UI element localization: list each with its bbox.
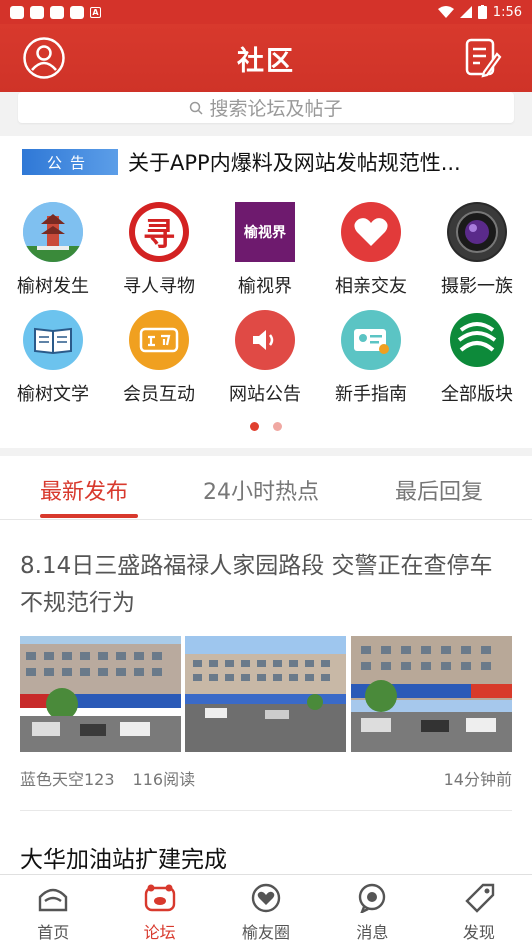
- status-system: 1:56: [437, 4, 522, 20]
- nav-messages[interactable]: 消息: [319, 875, 425, 944]
- category-label: 寻人寻物: [123, 276, 195, 297]
- battery-icon: [477, 5, 487, 19]
- nav-friends-label: 榆友圈: [242, 923, 291, 942]
- feed-tabs: 最新发布 24小时热点 最后回复: [0, 456, 532, 520]
- category-item[interactable]: 摄影一族: [424, 202, 530, 298]
- post-images: [20, 636, 512, 752]
- notification-icon: [50, 5, 64, 19]
- category-item[interactable]: 新手指南: [318, 310, 424, 406]
- profile-button[interactable]: [22, 36, 66, 80]
- nav-discover[interactable]: 发现: [426, 875, 532, 944]
- category-label: 全部版块: [441, 384, 513, 405]
- category-item[interactable]: 榆树文学: [0, 310, 106, 406]
- wifi-icon: [437, 6, 454, 18]
- category-label: 会员互动: [123, 384, 195, 405]
- a-notification-icon: A: [90, 6, 101, 18]
- category-label: 相亲交友: [335, 276, 407, 297]
- category-label: 新手指南: [335, 384, 407, 405]
- tab-last-reply[interactable]: 最后回复: [395, 474, 483, 506]
- nav-home[interactable]: 首页: [0, 875, 106, 944]
- page-title: 社区: [237, 45, 295, 77]
- user-icon: [23, 37, 65, 79]
- nav-forum[interactable]: 论坛: [106, 875, 212, 944]
- speaker-icon: [235, 310, 295, 370]
- tab-latest[interactable]: 最新发布: [40, 474, 128, 506]
- pagoda-icon: [23, 202, 83, 262]
- interact-icon: [129, 310, 189, 370]
- bottom-navigation: 首页 论坛 榆友圈 消息 发现: [0, 874, 532, 944]
- nav-home-label: 首页: [37, 923, 70, 942]
- post-image[interactable]: [185, 636, 347, 752]
- category-grid: 榆树发生 寻 寻人寻物 榆视界 榆视界 相亲交友 摄影一族 榆树文学 会员互动 …: [0, 188, 532, 448]
- active-tab-indicator: [40, 514, 138, 518]
- post-author[interactable]: 蓝色天空123: [20, 766, 115, 790]
- post-time: 14分钟前: [443, 770, 512, 789]
- post-image[interactable]: [20, 636, 181, 752]
- app-header: 社区: [0, 24, 532, 92]
- xun-character-text: 寻: [142, 215, 175, 253]
- post-title[interactable]: 大华加油站扩建完成: [20, 840, 227, 874]
- category-item[interactable]: 全部版块: [424, 310, 530, 406]
- announcement-badge-label: 公告: [46, 153, 93, 172]
- camera-lens-icon: [447, 202, 507, 262]
- discover-icon: [465, 883, 495, 913]
- search-icon: [190, 101, 204, 115]
- tab-24h-hot[interactable]: 24小时热点: [203, 474, 319, 506]
- message-icon: [359, 883, 386, 915]
- forum-icon: [144, 884, 175, 912]
- post-image[interactable]: [350, 636, 512, 752]
- page-indicator: [0, 422, 532, 431]
- nav-forum-label: 论坛: [143, 923, 176, 942]
- announcement-bar[interactable]: 公告 关于APP内爆料及网站发帖规范性...: [0, 136, 532, 188]
- post-read-count: 116阅读: [132, 770, 196, 789]
- page-dot[interactable]: [273, 422, 282, 431]
- category-label: 榆树发生: [17, 276, 89, 297]
- category-label: 榆视界: [238, 276, 292, 297]
- status-time: 1:56: [492, 4, 522, 20]
- notification-icon: [10, 5, 24, 19]
- yushijie-logo-text: 榆视界: [244, 225, 286, 241]
- category-label: 网站公告: [229, 384, 301, 405]
- nav-friends[interactable]: 榆友圈: [213, 875, 319, 944]
- nav-discover-label: 发现: [462, 923, 495, 942]
- category-label: 摄影一族: [441, 276, 513, 297]
- id-card-icon: [341, 310, 401, 370]
- category-item[interactable]: 会员互动: [106, 310, 212, 406]
- all-sections-icon: [447, 310, 507, 370]
- notification-icon: [70, 5, 84, 19]
- signal-icon: [459, 6, 472, 18]
- notification-icon: [30, 5, 44, 19]
- category-item[interactable]: 寻 寻人寻物: [106, 202, 212, 298]
- post-list: 8.14日三盛路福禄人家园路段 交警正在查停车不规范行为 蓝色天空123 116…: [0, 520, 532, 874]
- home-icon: [39, 888, 68, 912]
- announcement-text[interactable]: 关于APP内爆料及网站发帖规范性...: [128, 147, 498, 177]
- edit-note-icon: [465, 38, 502, 78]
- heart-icon: [341, 202, 401, 262]
- category-item[interactable]: 榆树发生: [0, 202, 106, 298]
- nav-messages-label: 消息: [356, 923, 389, 942]
- yushijie-logo-icon: 榆视界: [235, 202, 295, 262]
- status-notifications: A: [10, 5, 101, 19]
- book-icon: [23, 310, 83, 370]
- announcement-badge: 公告: [22, 149, 118, 175]
- search-placeholder: 搜索论坛及帖子: [209, 98, 343, 120]
- search-bar: 搜索论坛及帖子: [0, 92, 532, 136]
- search-input[interactable]: 搜索论坛及帖子: [18, 92, 514, 123]
- page-dot-active[interactable]: [250, 422, 259, 431]
- category-label: 榆树文学: [17, 384, 89, 405]
- post-divider: [20, 810, 512, 811]
- status-bar: A 1:56: [0, 0, 532, 24]
- new-post-button[interactable]: [464, 36, 502, 80]
- category-item[interactable]: 榆视界 榆视界: [212, 202, 318, 298]
- xun-character-icon: 寻: [129, 202, 189, 262]
- heart-circle-icon: [251, 883, 281, 913]
- post-meta: 蓝色天空123 116阅读 14分钟前: [20, 766, 512, 790]
- post-title[interactable]: 8.14日三盛路福禄人家园路段 交警正在查停车不规范行为: [20, 548, 512, 622]
- category-item[interactable]: 相亲交友: [318, 202, 424, 298]
- category-item[interactable]: 网站公告: [212, 310, 318, 406]
